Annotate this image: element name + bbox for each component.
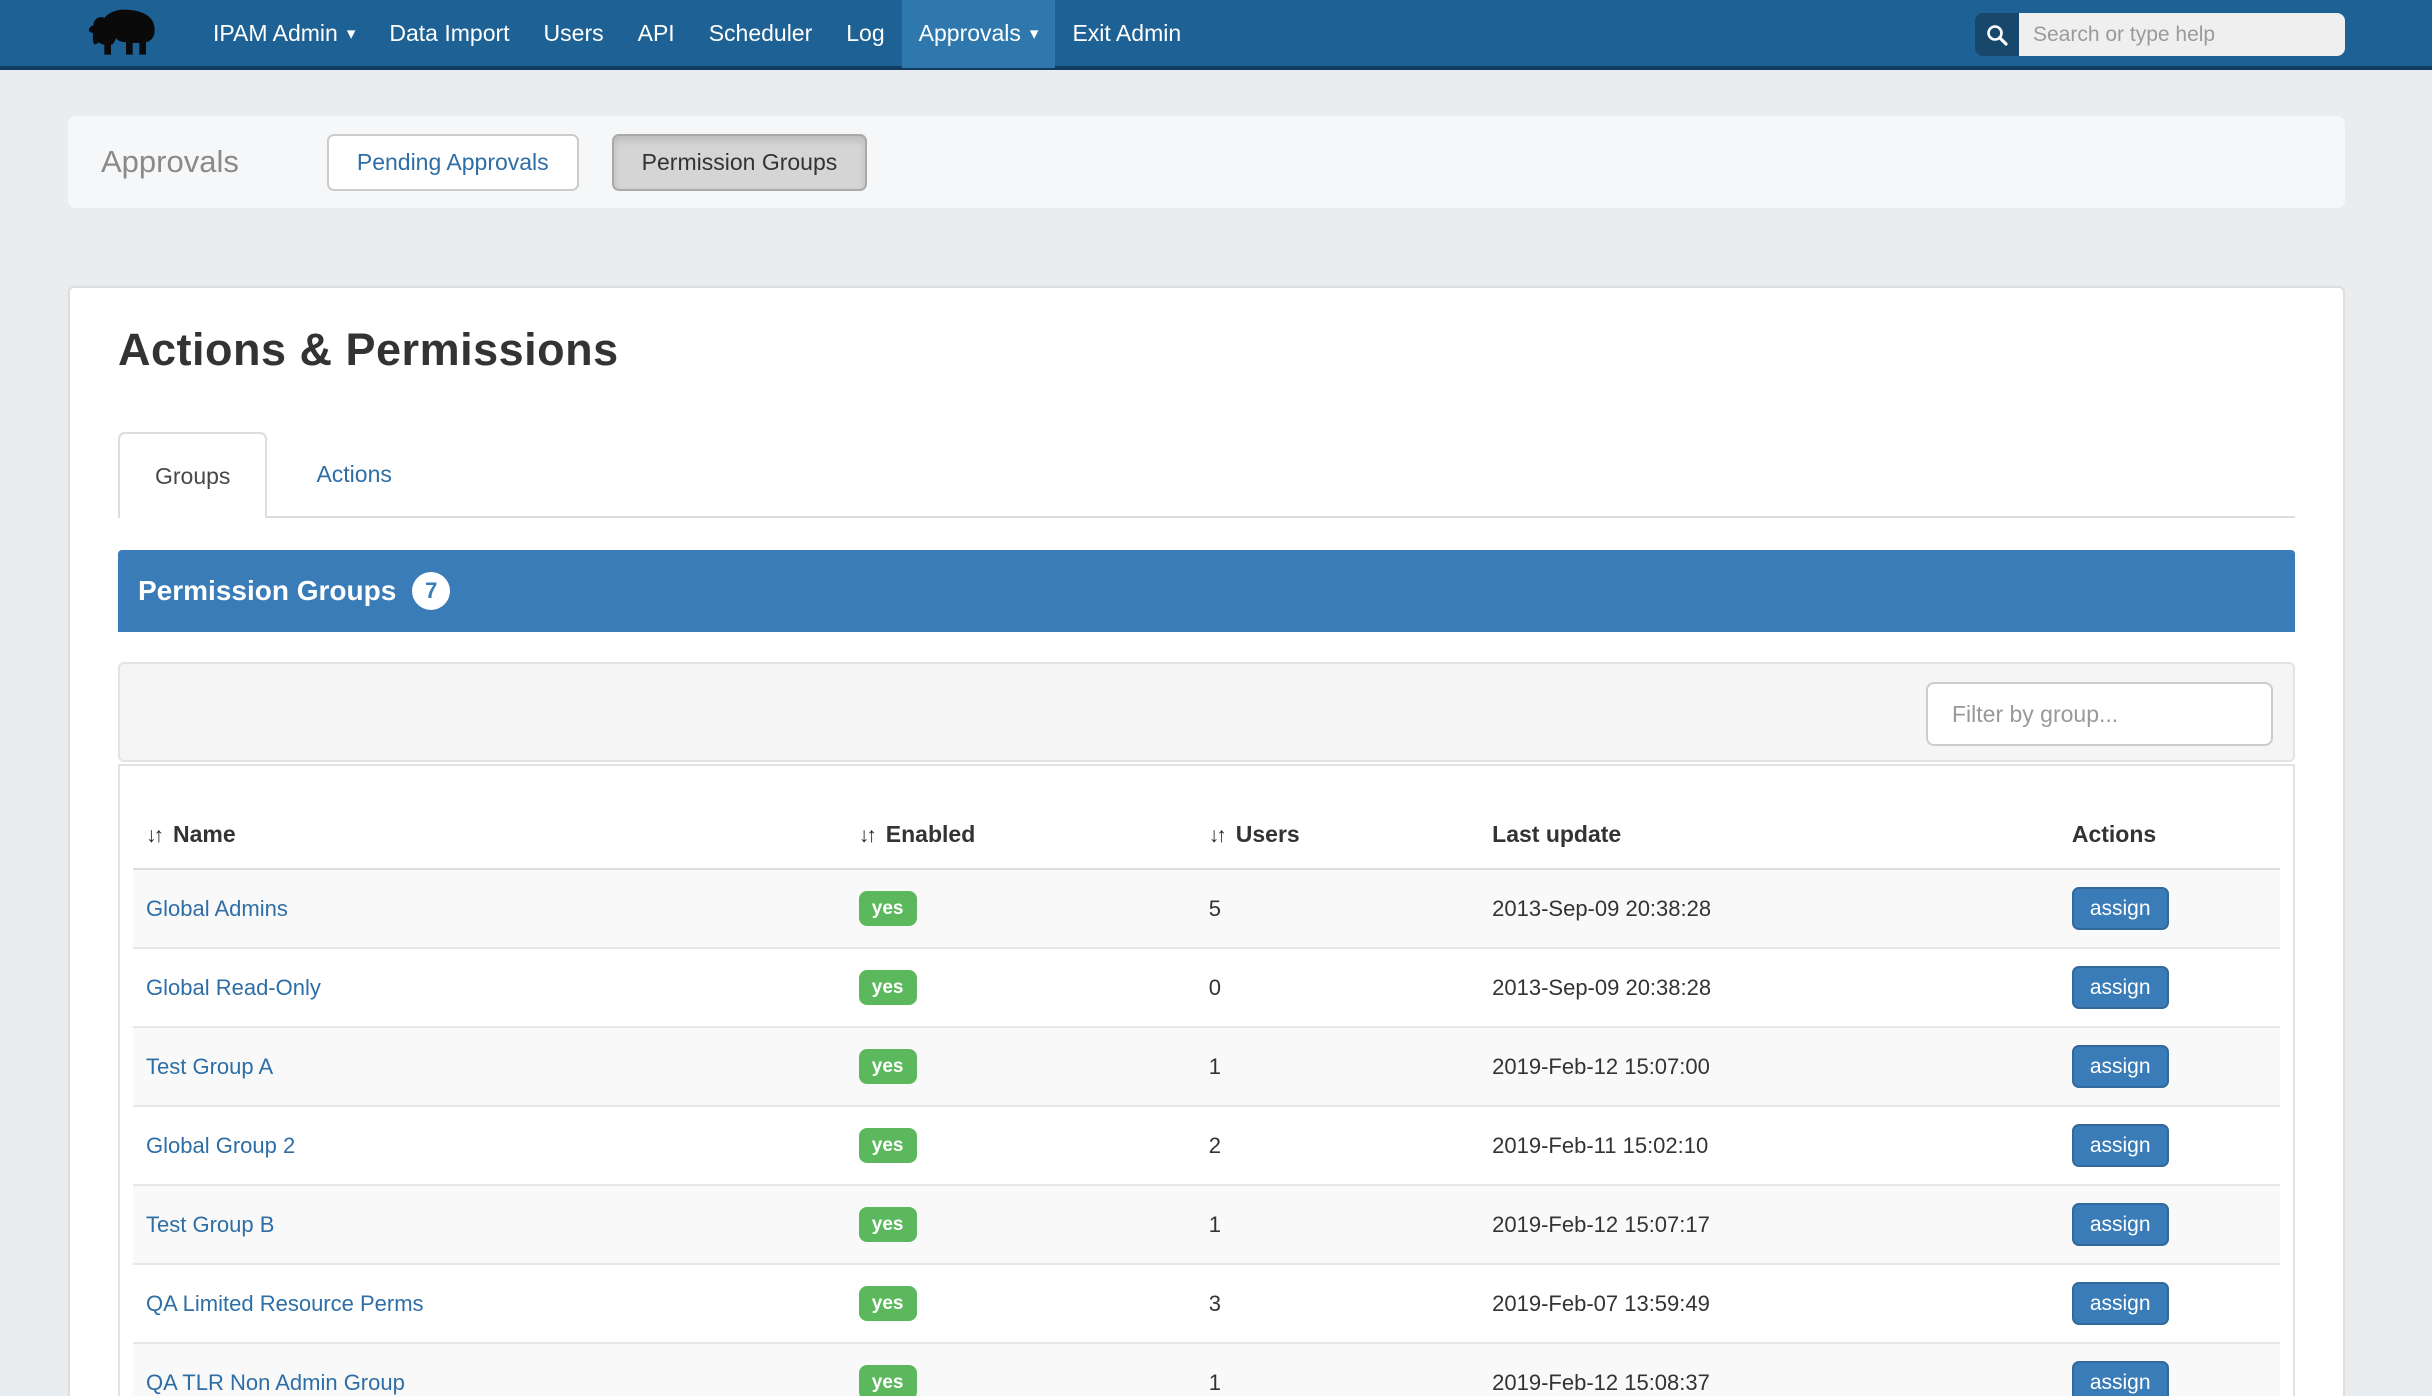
nav-item-ipam-admin[interactable]: IPAM Admin ▾ xyxy=(196,0,372,68)
users-count: 5 xyxy=(1196,869,1479,948)
sort-icon[interactable]: ↓↑ xyxy=(1209,824,1224,847)
sort-icon[interactable]: ↓↑ xyxy=(859,824,874,847)
column-header-actions: Actions xyxy=(2059,779,2280,869)
enabled-badge: yes xyxy=(859,1049,917,1084)
table-row: Global Admins yes 5 2013-Sep-09 20:38:28… xyxy=(133,869,2280,948)
assign-button[interactable]: assign xyxy=(2072,1282,2169,1325)
groups-table-container: ↓↑ Name ↓↑ Enabled ↓↑ Users Last update Act… xyxy=(118,764,2295,1396)
last-update: 2013-Sep-09 20:38:28 xyxy=(1479,948,2059,1027)
nav-item-label: Log xyxy=(846,20,884,47)
nav-item-users[interactable]: Users xyxy=(527,0,621,68)
group-name-link[interactable]: Global Admins xyxy=(146,896,288,921)
assign-button[interactable]: assign xyxy=(2072,1203,2169,1246)
last-update: 2013-Sep-09 20:38:28 xyxy=(1479,869,2059,948)
table-header-row: ↓↑ Name ↓↑ Enabled ↓↑ Users Last update Act… xyxy=(133,779,2280,869)
permission-groups-panel-heading: Permission Groups 7 xyxy=(118,550,2295,632)
enabled-badge: yes xyxy=(859,891,917,926)
assign-button[interactable]: assign xyxy=(2072,1124,2169,1167)
filter-by-group-input[interactable] xyxy=(1926,682,2273,746)
nav-item-scheduler[interactable]: Scheduler xyxy=(692,0,830,68)
last-update: 2019-Feb-12 15:07:00 xyxy=(1479,1027,2059,1106)
enabled-badge: yes xyxy=(859,1286,917,1321)
last-update: 2019-Feb-07 13:59:49 xyxy=(1479,1264,2059,1343)
nav-item-log[interactable]: Log xyxy=(829,0,901,68)
table-row: Test Group B yes 1 2019-Feb-12 15:07:17 … xyxy=(133,1185,2280,1264)
column-header-enabled[interactable]: ↓↑ Enabled xyxy=(846,779,1196,869)
global-search xyxy=(1975,13,2345,56)
search-icon[interactable] xyxy=(1975,13,2019,56)
last-update: 2019-Feb-12 15:08:37 xyxy=(1479,1343,2059,1396)
nav-item-label: IPAM Admin xyxy=(213,20,338,47)
enabled-badge: yes xyxy=(859,1207,917,1242)
enabled-badge: yes xyxy=(859,970,917,1005)
nav-item-approvals[interactable]: Approvals ▾ xyxy=(902,0,1056,68)
nav-item-label: API xyxy=(638,20,675,47)
card-title: Actions & Permissions xyxy=(118,324,2295,376)
group-name-link[interactable]: Global Read-Only xyxy=(146,975,321,1000)
tab-groups[interactable]: Groups xyxy=(118,432,267,518)
table-row: QA TLR Non Admin Group yes 1 2019-Feb-12… xyxy=(133,1343,2280,1396)
caret-down-icon: ▾ xyxy=(347,24,356,44)
assign-button[interactable]: assign xyxy=(2072,1045,2169,1088)
users-count: 1 xyxy=(1196,1027,1479,1106)
users-count: 1 xyxy=(1196,1185,1479,1264)
table-row: Global Group 2 yes 2 2019-Feb-11 15:02:1… xyxy=(133,1106,2280,1185)
table-row: Test Group A yes 1 2019-Feb-12 15:07:00 … xyxy=(133,1027,2280,1106)
users-count: 1 xyxy=(1196,1343,1479,1396)
table-row: QA Limited Resource Perms yes 3 2019-Feb… xyxy=(133,1264,2280,1343)
phpipam-elephant-logo-icon[interactable] xyxy=(84,3,168,63)
caret-down-icon: ▾ xyxy=(1030,24,1039,44)
group-name-link[interactable]: Global Group 2 xyxy=(146,1133,295,1158)
column-header-last-update: Last update xyxy=(1479,779,2059,869)
assign-button[interactable]: assign xyxy=(2072,966,2169,1009)
column-label: Actions xyxy=(2072,821,2156,847)
column-label: Enabled xyxy=(886,821,975,847)
permission-groups-table: ↓↑ Name ↓↑ Enabled ↓↑ Users Last update Act… xyxy=(133,779,2280,1396)
assign-button[interactable]: assign xyxy=(2072,1361,2169,1396)
column-header-name[interactable]: ↓↑ Name xyxy=(133,779,846,869)
nav-item-label: Users xyxy=(544,20,604,47)
top-navbar: IPAM Admin ▾ Data Import Users API Sched… xyxy=(0,0,2432,70)
table-row: Global Read-Only yes 0 2013-Sep-09 20:38… xyxy=(133,948,2280,1027)
nav-item-label: Exit Admin xyxy=(1072,20,1181,47)
nav-item-label: Data Import xyxy=(389,20,509,47)
permission-groups-button[interactable]: Permission Groups xyxy=(612,134,868,191)
column-label: Name xyxy=(173,821,236,847)
column-header-users[interactable]: ↓↑ Users xyxy=(1196,779,1479,869)
group-name-link[interactable]: QA Limited Resource Perms xyxy=(146,1291,424,1316)
last-update: 2019-Feb-12 15:07:17 xyxy=(1479,1185,2059,1264)
filter-well xyxy=(118,662,2295,762)
last-update: 2019-Feb-11 15:02:10 xyxy=(1479,1106,2059,1185)
page-title: Approvals xyxy=(101,144,239,180)
main-menu: IPAM Admin ▾ Data Import Users API Sched… xyxy=(196,0,1198,68)
group-name-link[interactable]: Test Group B xyxy=(146,1212,274,1237)
search-input[interactable] xyxy=(2019,13,2345,56)
group-count-badge: 7 xyxy=(412,572,450,610)
pending-approvals-button[interactable]: Pending Approvals xyxy=(327,134,579,191)
users-count: 2 xyxy=(1196,1106,1479,1185)
nav-item-data-import[interactable]: Data Import xyxy=(372,0,526,68)
tab-bar: Groups Actions xyxy=(118,432,2295,518)
nav-item-exit-admin[interactable]: Exit Admin xyxy=(1055,0,1198,68)
users-count: 3 xyxy=(1196,1264,1479,1343)
nav-item-label: Scheduler xyxy=(709,20,813,47)
enabled-badge: yes xyxy=(859,1128,917,1163)
nav-item-label: Approvals xyxy=(919,20,1021,47)
nav-item-api[interactable]: API xyxy=(621,0,692,68)
enabled-badge: yes xyxy=(859,1365,917,1396)
approvals-header-strip: Approvals Pending Approvals Permission G… xyxy=(68,116,2345,208)
assign-button[interactable]: assign xyxy=(2072,887,2169,930)
sort-icon[interactable]: ↓↑ xyxy=(146,824,161,847)
tab-actions[interactable]: Actions xyxy=(281,432,426,516)
column-label: Last update xyxy=(1492,821,1621,847)
panel-title: Permission Groups xyxy=(138,575,396,607)
group-name-link[interactable]: QA TLR Non Admin Group xyxy=(146,1370,405,1395)
group-name-link[interactable]: Test Group A xyxy=(146,1054,273,1079)
users-count: 0 xyxy=(1196,948,1479,1027)
actions-permissions-card: Actions & Permissions Groups Actions Per… xyxy=(68,286,2345,1396)
column-label: Users xyxy=(1236,821,1300,847)
